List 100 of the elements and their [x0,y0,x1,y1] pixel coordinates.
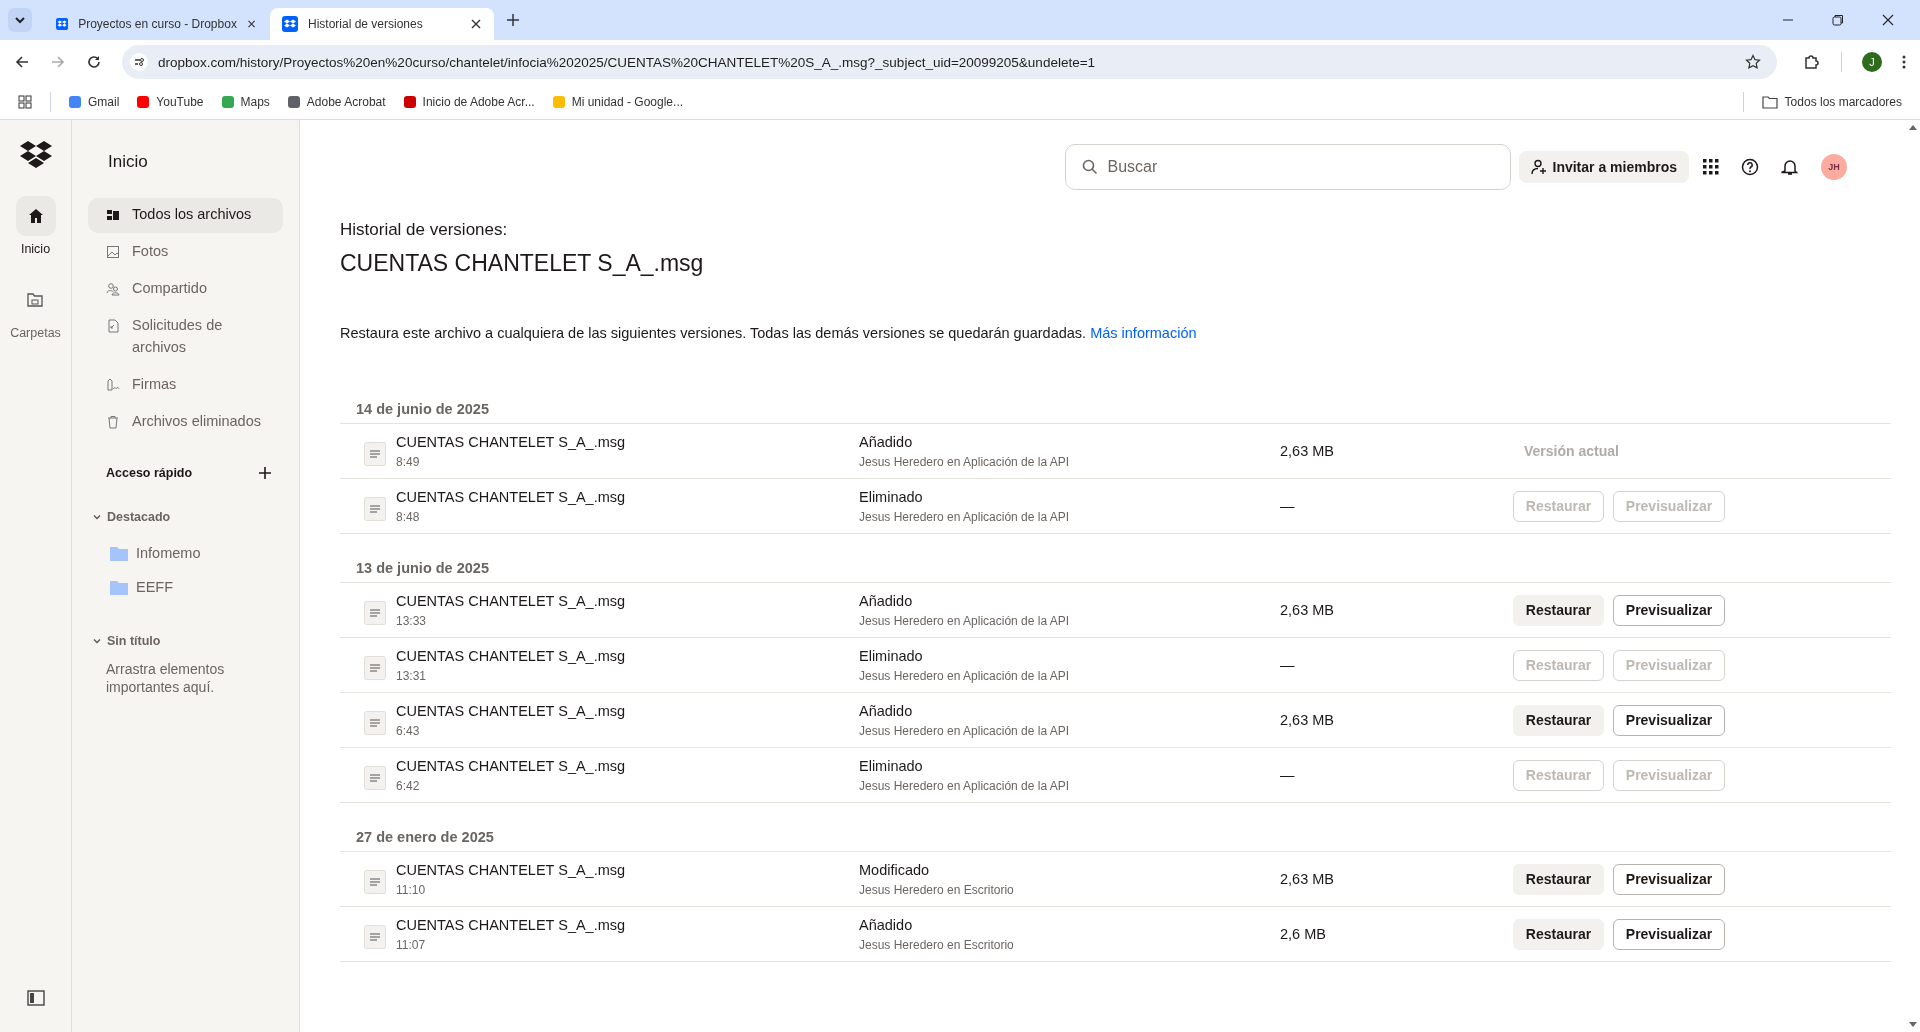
bookmark-link[interactable]: Maps [221,94,270,109]
sidebar-item[interactable]: Archivos eliminados [88,405,283,440]
tab-search-button[interactable] [8,8,32,32]
file-name: CUENTAS CHANTELET S_A_.msg [396,916,627,933]
bookmark-link[interactable]: Gmail [69,94,120,109]
file-icon [364,656,386,680]
change-type: Modificado [859,861,931,878]
back-arrow-icon[interactable] [14,54,30,70]
all-bookmarks-link[interactable]: Todos los marcadores [1761,94,1902,109]
date-heading: 13 de junio de 2025 [340,560,1891,583]
change-type: Eliminado [859,647,924,664]
current-version-label: Versión actual [1523,443,1619,459]
folder-icon [1761,94,1778,109]
folder-item[interactable]: Infomemo [88,536,283,570]
change-author: Jesus Heredero en Aplicación de la API [859,454,1071,469]
new-tab-icon[interactable] [506,13,520,27]
address-bar[interactable]: dropbox.com/history/Proyectos%20en%20curso/chantelet/infocia%202025/CUENTAS%20CHANTELET%20S_A_.msg?_subject_uid=20099205&undelete=1 [122,45,1777,79]
tab-title: Historial de versiones [308,17,424,31]
browser-tab[interactable]: Historial de versiones [270,8,494,40]
chevron-icon [93,637,101,645]
file-size: 2,63 MB [1280,443,1334,459]
restore-button[interactable]: Restaurar [1513,704,1604,736]
folder-icon [26,291,45,309]
sidebar-item[interactable]: Fotos [88,235,283,270]
file-icon [364,870,386,894]
rail-item[interactable]: Carpetas [10,280,61,340]
nav-icon [106,319,120,333]
file-icon [364,497,386,521]
version-time: 6:42 [396,778,421,793]
preview-button[interactable]: Previsualizar [1613,918,1725,950]
scroll-down-icon[interactable] [1908,1022,1917,1028]
sidebar-item[interactable]: Solicitudes de archivos [88,309,283,366]
file-size: — [1280,767,1295,783]
dropbox-favicon-icon [56,16,69,32]
folder-item[interactable]: EEFF [88,570,283,604]
change-author: Jesus Heredero en Aplicación de la API [859,668,1071,683]
add-icon[interactable] [259,467,271,479]
sidebar-item[interactable]: Compartido [88,272,283,307]
star-icon[interactable] [1745,54,1761,70]
group-toggle[interactable]: Sin título [93,634,283,648]
search-icon [1081,159,1098,175]
sidebar-item[interactable]: Todos los archivos [88,198,283,233]
bookmark-link[interactable]: Adobe Acrobat [287,94,386,109]
restore-button[interactable]: Restaurar [1513,863,1604,895]
restore-button[interactable]: Restaurar [1513,918,1604,950]
file-name: CUENTAS CHANTELET S_A_.msg [396,433,627,450]
file-size: 2,63 MB [1280,602,1334,618]
close-icon[interactable] [1882,14,1894,26]
sidebar-title: Inicio [108,152,149,172]
file-size: 2,6 MB [1280,926,1326,942]
bookmark-link[interactable]: Mi unidad - Google... [552,94,684,109]
change-author: Jesus Heredero en Escritorio [859,882,1015,897]
change-author: Jesus Heredero en Aplicación de la API [859,723,1071,738]
file-icon [364,766,386,790]
file-title: CUENTAS CHANTELET S_A_.msg [340,250,705,277]
change-type: Añadido [859,702,914,719]
file-name: CUENTAS CHANTELET S_A_.msg [396,757,627,774]
reload-icon[interactable] [86,54,102,70]
bookmark-link[interactable]: Inicio de Adobe Acr... [403,94,535,109]
change-type: Añadido [859,592,914,609]
puzzle-piece-icon[interactable] [1803,53,1821,71]
restore-window-icon[interactable] [1832,14,1844,26]
dropbox-logo-icon[interactable] [19,140,52,168]
preview-button[interactable]: Previsualizar [1613,704,1725,736]
group-toggle[interactable]: Destacado [93,510,283,524]
file-size: 2,63 MB [1280,712,1334,728]
sidebar-item[interactable]: Firmas [88,368,283,403]
page-subtitle: Historial de versiones: [340,220,509,240]
file-name: CUENTAS CHANTELET S_A_.msg [396,488,627,505]
search-field[interactable]: Buscar [1064,144,1511,190]
user-avatar[interactable]: JH [1821,154,1847,180]
file-size: — [1280,498,1295,514]
change-author: Jesus Heredero en Aplicación de la API [859,509,1071,524]
more-options-icon[interactable] [1902,54,1906,70]
restore-button[interactable]: Restaurar [1513,594,1604,626]
profile-avatar[interactable]: J [1862,52,1882,72]
description-text: Restaura este archivo a cualquiera de las siguientes versiones. Todas las demás versiones se quedarán guardadas. [340,325,1087,341]
chevron-down-icon [14,14,26,26]
bell-icon[interactable] [1781,158,1799,176]
more-info-link[interactable]: Más información [1090,325,1197,341]
preview-button[interactable]: Previsualizar [1613,863,1725,895]
close-icon[interactable] [246,18,256,30]
invite-members-button[interactable]: Invitar a miembros [1518,151,1689,183]
apps-grid-icon[interactable] [1703,159,1719,175]
url-text: dropbox.com/history/Proyectos%20en%20curso/chantelet/infocia%202025/CUENTAS%20CHANTELET%20S_A_.msg?_subject_uid=20099205&undelete=1 [158,54,1096,70]
file-name: CUENTAS CHANTELET S_A_.msg [396,592,627,609]
site-settings-icon[interactable] [130,53,148,71]
browser-tab[interactable]: Proyectos en curso - Dropbox [44,8,268,40]
file-icon [364,711,386,735]
scroll-up-icon[interactable] [1908,124,1917,130]
version-time: 8:49 [396,454,421,469]
sidebar-toggle-icon[interactable] [26,990,45,1006]
version-time: 13:33 [396,613,428,628]
folder-icon [110,579,128,595]
preview-button[interactable]: Previsualizar [1613,594,1725,626]
close-icon[interactable] [470,18,482,30]
version-time: 11:07 [396,937,427,952]
help-icon[interactable] [1741,158,1759,176]
tab-title: Proyectos en curso - Dropbox [78,17,237,31]
bookmark-link[interactable]: YouTube [137,94,204,109]
